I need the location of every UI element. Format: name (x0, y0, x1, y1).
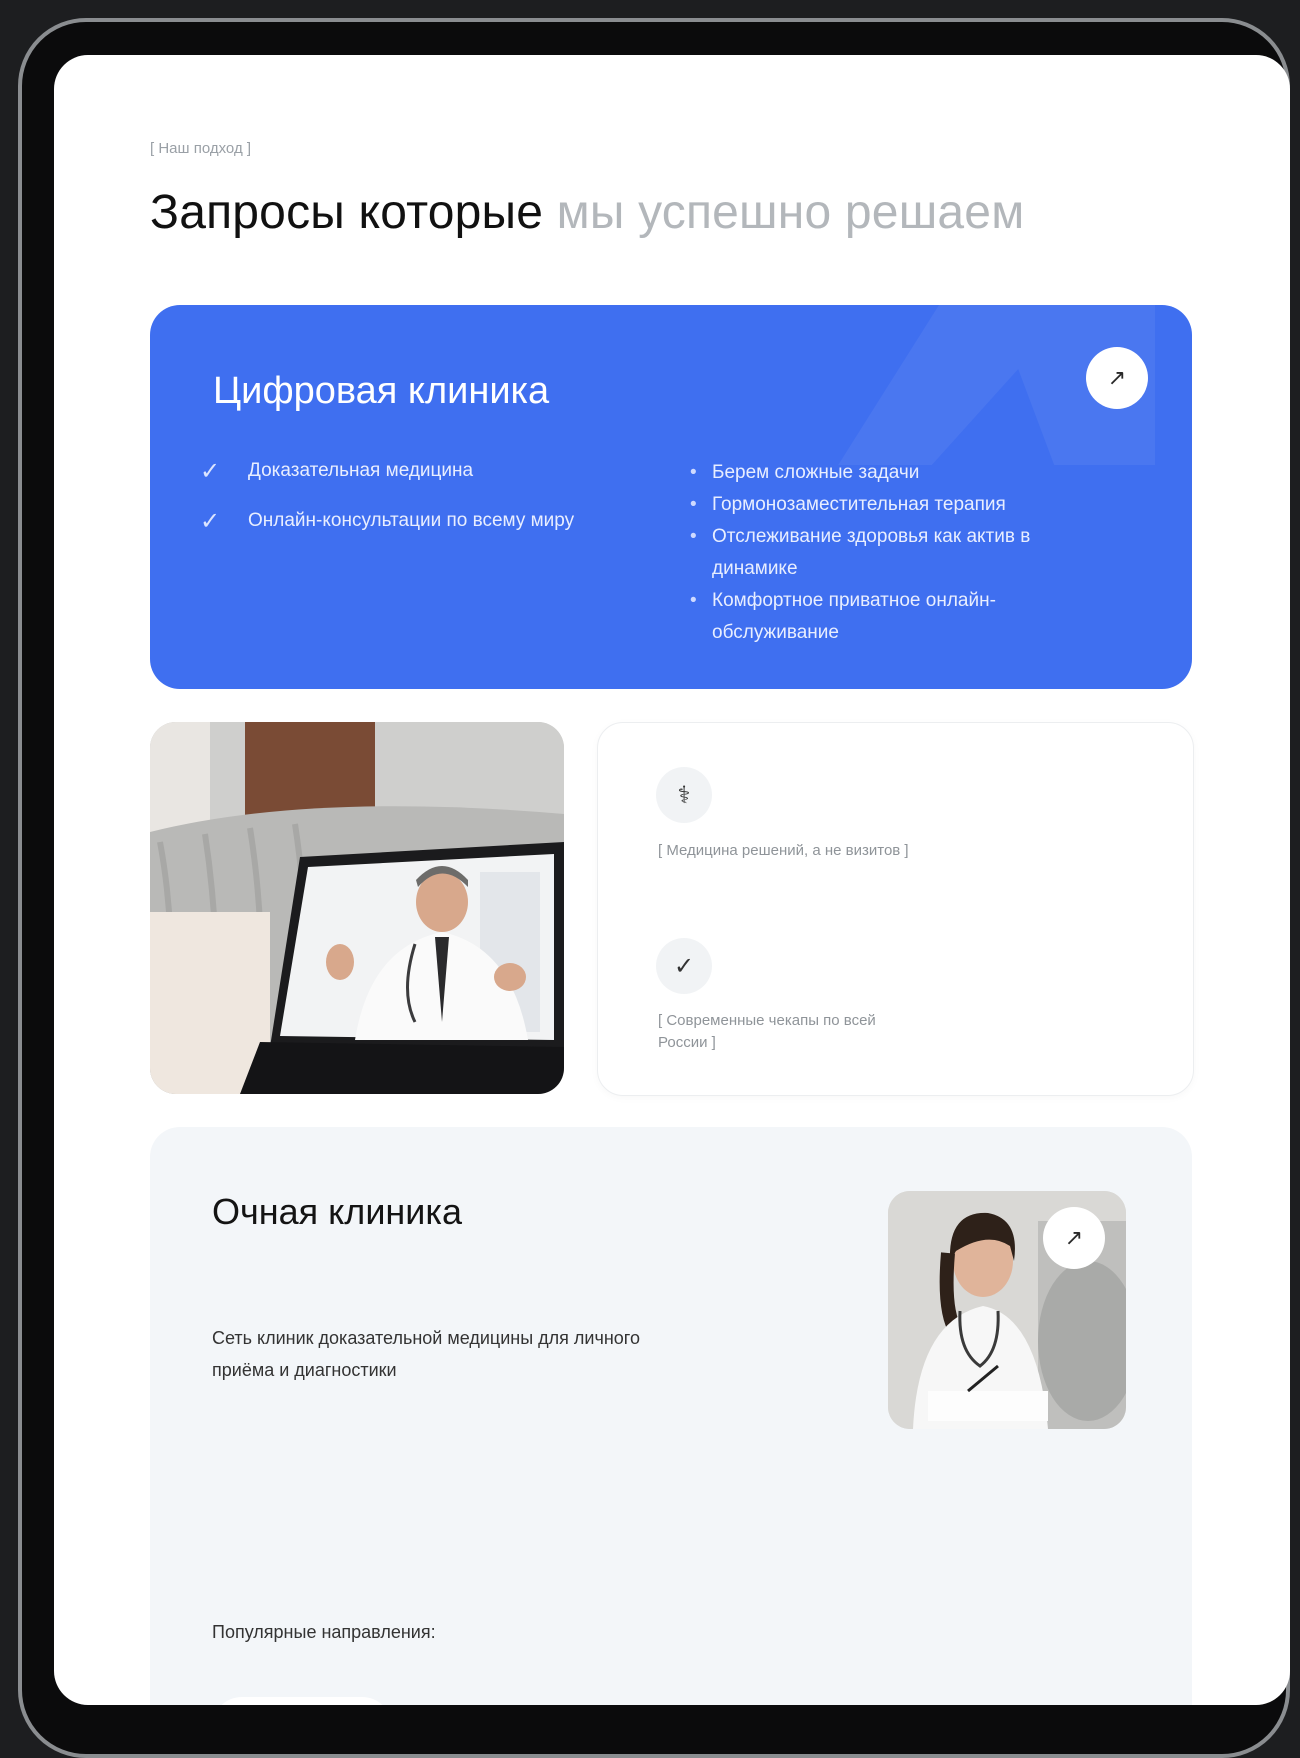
feature-text: [ Медицина решений, а не визитов ] (658, 842, 909, 859)
feature-text: [ Современные чекапы по всей России ] (658, 1012, 876, 1051)
digital-clinic-checklist: ✓ Доказательная медицина ✓ Онлайн-консул… (200, 457, 574, 557)
bullet-item: Отслеживание здоровья как актив в динами… (690, 521, 1090, 585)
arrow-up-right-icon: ↗ (1107, 365, 1127, 391)
check-circle-icon: ✓ (656, 938, 712, 994)
checkmark-icon: ✓ (200, 457, 221, 485)
screen: [ Наш подход ] Запросы которые мы успешн… (54, 55, 1290, 1705)
offline-clinic-card[interactable]: Очная клиника Сеть клиник доказательной … (150, 1127, 1192, 1705)
checkmark-icon: ✓ (200, 507, 221, 535)
bullet-item: Комфортное приватное онлайн-обслуживание (690, 585, 1090, 649)
offline-clinic-description: Сеть клиник доказательной медицины для л… (212, 1328, 640, 1380)
doctor-photo-illustration (150, 722, 564, 1094)
stethoscope-icon: ⚕ (656, 767, 712, 823)
check-item: ✓ Доказательная медицина (200, 457, 574, 485)
features-card: ⚕ [ Медицина решений, а не визитов ] ✓ [… (597, 722, 1194, 1096)
title-muted-part: мы успешно решаем (556, 186, 1025, 239)
bullet-item: Берем сложные задачи (690, 457, 1090, 489)
doctor-consultation-photo: ↗ (888, 1191, 1126, 1429)
check-item-label: Доказательная медицина (248, 460, 474, 481)
digital-clinic-arrow-button[interactable]: ↗ (1086, 347, 1148, 409)
arrow-up-right-icon: ↗ (1064, 1225, 1084, 1251)
popular-directions-label: Популярные направления: (212, 1622, 436, 1642)
doctor-video-call-photo (150, 722, 564, 1094)
section-eyebrow: [ Наш подход ] (150, 140, 252, 157)
offline-clinic-title: Очная клиника (212, 1191, 462, 1232)
check-item: ✓ Онлайн-консультации по всему миру (200, 507, 574, 535)
digital-clinic-card[interactable]: Цифровая клиника ↗ ✓ Доказательная медиц… (150, 305, 1192, 689)
offline-clinic-arrow-button[interactable]: ↗ (1043, 1207, 1105, 1269)
check-item-label: Онлайн-консультации по всему миру (248, 510, 575, 531)
section-title: Запросы которые мы успешно решаем (150, 185, 1024, 240)
title-dark-part: Запросы которые (150, 186, 544, 239)
direction-chip[interactable] (212, 1697, 392, 1705)
digital-clinic-bullet-list: Берем сложные задачи Гормонозаместительн… (690, 457, 1090, 649)
digital-clinic-title: Цифровая клиника (213, 370, 550, 412)
bullet-item: Гормонозаместительная терапия (690, 489, 1090, 521)
